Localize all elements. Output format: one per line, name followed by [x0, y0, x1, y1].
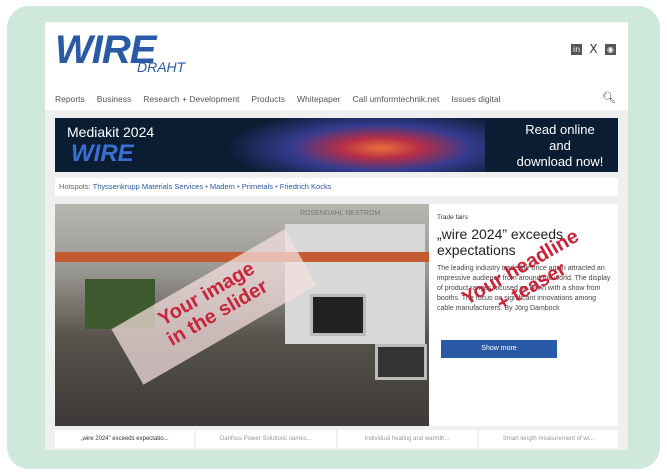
hotspots-bar: Hotspots: Thyssenkrupp Materials Service…: [55, 178, 618, 196]
search-icon[interactable]: 🔍︎: [602, 91, 616, 104]
nav-call[interactable]: Call umformtechnik.net: [352, 94, 439, 104]
teaser-kicker: Trade fairs: [437, 214, 468, 221]
main-nav: Reports Business Research + Development …: [55, 94, 501, 104]
banner-title: Mediakit 2024: [67, 124, 155, 140]
banner-cta-line1: Read online: [525, 122, 595, 137]
header: WIRE DRAHT in X ◉ Reports Business Resea…: [45, 22, 628, 110]
hotspot-link[interactable]: Madem: [210, 182, 235, 191]
nav-issues-digital[interactable]: Issues digital: [451, 94, 500, 104]
nav-research[interactable]: Research + Development: [143, 94, 239, 104]
nav-business[interactable]: Business: [97, 94, 132, 104]
booth-screen: [310, 294, 366, 336]
banner-cta-line3: download now!: [516, 154, 604, 169]
slider-thumb[interactable]: „wire 2024” exceeds expectatio...: [55, 430, 195, 448]
site-logo-sub: DRAHT: [137, 59, 186, 75]
hotspots-label: Hotspots:: [59, 182, 91, 191]
x-icon[interactable]: X: [588, 43, 599, 55]
linkedin-icon[interactable]: in: [571, 44, 582, 55]
banner-cta[interactable]: Read online and download now!: [510, 122, 610, 170]
slider-thumb[interactable]: Individual heating and warmth...: [337, 430, 477, 448]
nav-whitepaper[interactable]: Whitepaper: [297, 94, 340, 104]
social-links: in X ◉: [571, 43, 616, 55]
hotspot-link[interactable]: Thyssenkrupp Materials Services: [93, 182, 203, 191]
show-more-button[interactable]: Show more: [441, 340, 557, 358]
booth-sign: ROSENDAHL NEXTROM: [300, 210, 381, 217]
nav-reports[interactable]: Reports: [55, 94, 85, 104]
fiber-image: [225, 118, 485, 172]
nav-products[interactable]: Products: [251, 94, 285, 104]
mediakit-banner[interactable]: Mediakit 2024 WIRE Read online and downl…: [55, 118, 618, 172]
slider-thumbnails: „wire 2024” exceeds expectatio... Danfos…: [55, 430, 618, 448]
slider-thumb[interactable]: Smart length measurement of wi...: [478, 430, 618, 448]
banner-cta-line2: and: [549, 138, 571, 153]
banner-brand: WIRE: [71, 140, 134, 167]
website-page: WIRE DRAHT in X ◉ Reports Business Resea…: [45, 22, 628, 450]
hotspot-link[interactable]: Friedrich Kocks: [280, 182, 332, 191]
rss-icon[interactable]: ◉: [605, 44, 616, 55]
booth-screen: [375, 344, 427, 380]
hotspot-link[interactable]: Primetals: [242, 182, 273, 191]
slider-thumb[interactable]: Danfoss Power Solutions names...: [196, 430, 336, 448]
